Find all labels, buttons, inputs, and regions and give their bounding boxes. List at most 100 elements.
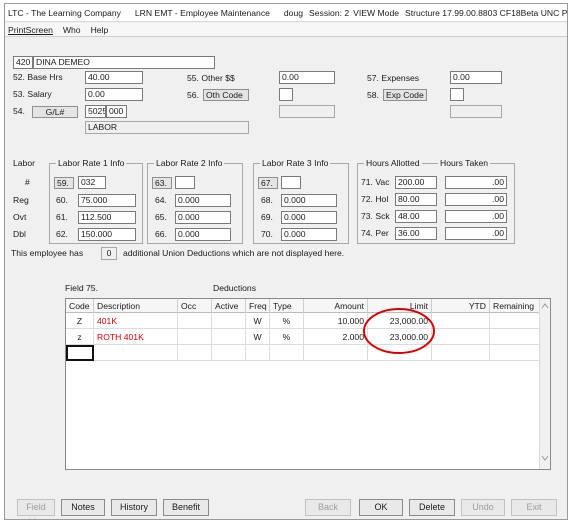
vac-allotted[interactable]: 200.00 — [395, 176, 437, 189]
exp-code-button[interactable]: Exp Code — [383, 89, 427, 101]
scroll-up-icon[interactable] — [540, 301, 550, 311]
employee-name-field[interactable]: DINA DEMEO — [33, 56, 215, 69]
labor-rate-2-code[interactable] — [175, 176, 195, 189]
deduction-row-1-active[interactable] — [212, 313, 246, 329]
deduction-row-1-amount[interactable]: 10.000 — [304, 313, 368, 329]
deduction-new-row-amount[interactable] — [304, 345, 368, 361]
deduction-new-row-code[interactable] — [66, 345, 94, 361]
hol-allotted[interactable]: 80.00 — [395, 193, 437, 206]
deduction-new-row-remaining[interactable] — [490, 345, 542, 361]
deduction-row-2-occ[interactable] — [178, 329, 212, 345]
col-header-code[interactable]: Code — [66, 299, 94, 313]
oth-code-label: 56. — [187, 90, 199, 100]
deduction-row-1-type[interactable]: % — [270, 313, 304, 329]
scroll-down-icon[interactable] — [540, 453, 550, 463]
back-button[interactable]: Back — [305, 499, 351, 516]
deductions-title: Deductions — [213, 283, 256, 293]
labor-rate-1-code[interactable]: 032 — [78, 176, 106, 189]
hol-taken[interactable]: .00 — [445, 193, 507, 206]
deduction-new-row-type[interactable] — [270, 345, 304, 361]
hours-taken-title: Hours Taken — [438, 158, 491, 169]
gl-account-b[interactable]: 000 — [106, 105, 127, 118]
deduction-row-2-active[interactable] — [212, 329, 246, 345]
oth-code-button[interactable]: Oth Code — [203, 89, 249, 101]
deduction-row-1-remaining[interactable] — [490, 313, 542, 329]
labor-hash-label: # — [25, 177, 30, 187]
deduction-new-row-ytd[interactable] — [432, 345, 490, 361]
deduction-row-1-ytd[interactable] — [432, 313, 490, 329]
labor-rate-2-ovt[interactable]: 0.000 — [175, 211, 231, 224]
col-header-remaining[interactable]: Remaining — [490, 299, 542, 313]
col-header-active[interactable]: Active — [212, 299, 246, 313]
deduction-row-2-remaining[interactable] — [490, 329, 542, 345]
per-allotted[interactable]: 36.00 — [395, 227, 437, 240]
deduction-row-1-code[interactable]: Z — [66, 313, 94, 329]
delete-button[interactable]: Delete — [409, 499, 455, 516]
col-header-occ[interactable]: Occ — [178, 299, 212, 313]
labor-reg-label: Reg — [13, 195, 29, 205]
menu-who[interactable]: Who — [63, 25, 81, 35]
exp-code-label: 58. — [367, 90, 379, 100]
field-60-label: 60. — [56, 195, 68, 205]
field-mnt-button[interactable]: Field Mnt — [17, 499, 55, 519]
labor-rate-1-ovt[interactable]: 112.500 — [78, 211, 136, 224]
benefit-button[interactable]: Benefit — [163, 499, 209, 516]
vac-taken[interactable]: .00 — [445, 176, 507, 189]
union-note-prefix: This employee has — [11, 248, 84, 258]
labor-rate-1-dbl[interactable]: 150.000 — [78, 228, 136, 241]
exp-code-field[interactable] — [450, 88, 464, 101]
deduction-row-1-description[interactable]: 401K — [94, 313, 178, 329]
deduction-row-2-type[interactable]: % — [270, 329, 304, 345]
labor-rate-1-reg[interactable]: 75.000 — [78, 194, 136, 207]
labor-rate-3-code[interactable] — [281, 176, 301, 189]
deduction-row-1-freq[interactable]: W — [246, 313, 270, 329]
col-header-ytd[interactable]: YTD — [432, 299, 490, 313]
salary-field[interactable]: 0.00 — [85, 88, 143, 101]
deduction-row-2-ytd[interactable] — [432, 329, 490, 345]
user-name: doug — [283, 7, 304, 18]
grid-vertical-scrollbar[interactable] — [539, 299, 550, 469]
union-note-suffix: additional Union Deductions which are no… — [123, 248, 345, 258]
deduction-new-row-freq[interactable] — [246, 345, 270, 361]
labor-rate-2-dbl[interactable]: 0.000 — [175, 228, 231, 241]
history-button[interactable]: History — [111, 499, 157, 516]
deduction-row-2-code[interactable]: z — [66, 329, 94, 345]
deduction-row-2-description[interactable]: ROTH 401K — [94, 329, 178, 345]
deduction-new-row-description[interactable] — [94, 345, 178, 361]
sck-allotted[interactable]: 48.00 — [395, 210, 437, 223]
exit-button[interactable]: Exit — [511, 499, 557, 516]
menu-printscreen[interactable]: PrintScreen — [8, 25, 53, 35]
expenses-field[interactable]: 0.00 — [450, 71, 502, 84]
col-header-amount[interactable]: Amount — [304, 299, 368, 313]
deduction-new-row-active[interactable] — [212, 345, 246, 361]
deduction-row-2-amount[interactable]: 2.000 — [304, 329, 368, 345]
ok-button[interactable]: OK — [359, 499, 403, 516]
base-hrs-field[interactable]: 40.00 — [85, 71, 143, 84]
deductions-grid[interactable]: Code Description Occ Active Freq Type Am… — [65, 298, 551, 470]
undo-button[interactable]: Undo — [461, 499, 505, 516]
labor-rate-3-dbl[interactable]: 0.000 — [281, 228, 337, 241]
other-field[interactable]: 0.00 — [279, 71, 335, 84]
labor-ovt-label: Ovt — [13, 212, 27, 222]
sck-taken[interactable]: .00 — [445, 210, 507, 223]
labor-rate-1-title: Labor Rate 1 Info — [56, 158, 127, 169]
deduction-row-1-occ[interactable] — [178, 313, 212, 329]
deduction-row-2-freq[interactable]: W — [246, 329, 270, 345]
notes-button[interactable]: Notes — [61, 499, 105, 516]
hours-allotted-title: Hours Allotted — [364, 158, 422, 169]
field-66-label: 66. — [155, 229, 167, 239]
labor-rate-3-ovt[interactable]: 0.000 — [281, 211, 337, 224]
per-taken[interactable]: .00 — [445, 227, 507, 240]
col-header-freq[interactable]: Freq — [246, 299, 270, 313]
menu-help[interactable]: Help — [91, 25, 109, 35]
mode-label: VIEW Mode — [353, 7, 400, 18]
col-header-description[interactable]: Description — [94, 299, 178, 313]
deduction-new-row-occ[interactable] — [178, 345, 212, 361]
labor-rate-3-reg[interactable]: 0.000 — [281, 194, 337, 207]
labor-rate-2-reg[interactable]: 0.000 — [175, 194, 231, 207]
col-header-type[interactable]: Type — [270, 299, 304, 313]
oth-code-field[interactable] — [279, 88, 293, 101]
gl-button[interactable]: G/L# — [32, 106, 78, 118]
gl-account-a[interactable]: 5025 — [85, 105, 106, 118]
employee-id-field[interactable]: 420 — [13, 56, 33, 69]
